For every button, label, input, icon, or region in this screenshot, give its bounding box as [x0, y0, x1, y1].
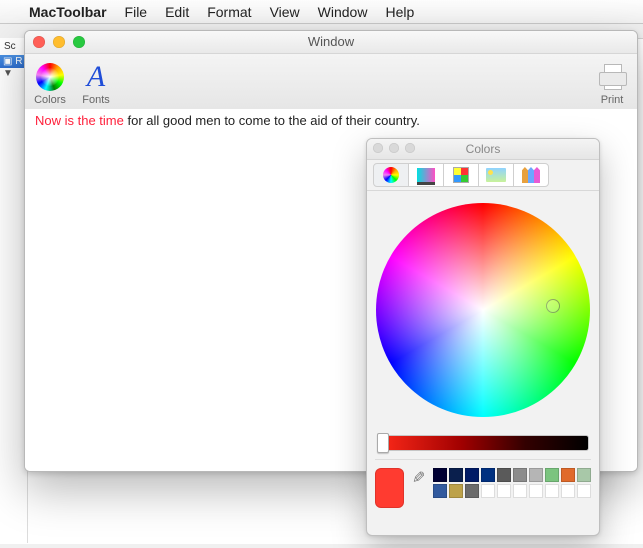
app-menu[interactable]: MacToolbar: [20, 0, 116, 24]
brightness-slider[interactable]: [377, 435, 589, 451]
menu-format[interactable]: Format: [198, 0, 260, 24]
current-color-swatch[interactable]: [375, 468, 404, 508]
sliders-tab-icon: [417, 168, 435, 182]
saved-swatch[interactable]: [561, 468, 575, 482]
system-menubar: MacToolbar File Edit Format View Window …: [0, 0, 643, 24]
saved-swatch[interactable]: [513, 468, 527, 482]
saved-swatch[interactable]: [465, 484, 479, 498]
menu-window[interactable]: Window: [309, 0, 377, 24]
wheel-tab-icon: [383, 167, 399, 183]
color-mode-tabs: [367, 160, 599, 191]
menu-file[interactable]: File: [116, 0, 157, 24]
saved-swatch[interactable]: [529, 468, 543, 482]
saved-swatch[interactable]: [481, 468, 495, 482]
color-wheel-cursor[interactable]: [546, 299, 560, 313]
toolbar-fonts-button[interactable]: A Fonts: [79, 60, 113, 106]
tab-color-wheel[interactable]: [373, 163, 409, 187]
saved-swatch[interactable]: [433, 484, 447, 498]
doc-text: for all good men to come to the aid of t…: [124, 113, 420, 128]
toolbar-print-button[interactable]: Print: [595, 60, 629, 106]
bg-selected-row: ▣ R: [0, 55, 27, 68]
empty-swatch[interactable]: [545, 484, 559, 498]
main-window-title: Window: [25, 31, 637, 53]
empty-swatch[interactable]: [497, 484, 511, 498]
toolbar-print-label: Print: [601, 94, 624, 106]
tab-color-sliders[interactable]: [408, 163, 444, 187]
swatch-row: ✎: [375, 459, 591, 527]
main-toolbar: Colors A Fonts Print: [25, 54, 637, 110]
doc-highlight-text: Now is the time: [35, 113, 124, 128]
saved-swatch[interactable]: [449, 484, 463, 498]
brightness-slider-knob[interactable]: [377, 433, 389, 453]
saved-swatch[interactable]: [545, 468, 559, 482]
eyedropper-icon[interactable]: ✎: [412, 468, 425, 488]
toolbar-colors-label: Colors: [34, 94, 66, 106]
image-tab-icon: [486, 168, 506, 182]
color-wheel-area: [367, 191, 599, 429]
empty-swatch[interactable]: [529, 484, 543, 498]
main-titlebar: Window: [25, 31, 637, 54]
toolbar-colors-button[interactable]: Colors: [33, 60, 67, 106]
palettes-tab-icon: [453, 167, 469, 183]
printer-icon: [597, 64, 627, 90]
crayons-tab-icon: [522, 167, 540, 183]
menu-view[interactable]: View: [261, 0, 309, 24]
empty-swatch[interactable]: [577, 484, 591, 498]
saved-swatch[interactable]: [497, 468, 511, 482]
colors-panel-title: Colors: [367, 139, 599, 159]
tab-crayons[interactable]: [513, 163, 549, 187]
bg-header: Sc: [0, 38, 27, 55]
tab-image-palettes[interactable]: [478, 163, 514, 187]
colors-panel: Colors ✎: [366, 138, 600, 536]
colors-titlebar: Colors: [367, 139, 599, 160]
disclosure-triangle-icon: ▼: [0, 68, 27, 79]
saved-swatch[interactable]: [433, 468, 447, 482]
tab-color-palettes[interactable]: [443, 163, 479, 187]
menu-help[interactable]: Help: [376, 0, 423, 24]
menu-edit[interactable]: Edit: [156, 0, 198, 24]
font-icon: A: [87, 62, 105, 92]
empty-swatch[interactable]: [481, 484, 495, 498]
saved-swatch[interactable]: [577, 468, 591, 482]
saved-swatches-grid: [433, 468, 591, 498]
toolbar-fonts-label: Fonts: [82, 94, 110, 106]
empty-swatch[interactable]: [561, 484, 575, 498]
empty-swatch[interactable]: [513, 484, 527, 498]
color-wheel[interactable]: [376, 203, 590, 417]
color-wheel-icon: [36, 63, 64, 91]
saved-swatch[interactable]: [449, 468, 463, 482]
saved-swatch[interactable]: [465, 468, 479, 482]
